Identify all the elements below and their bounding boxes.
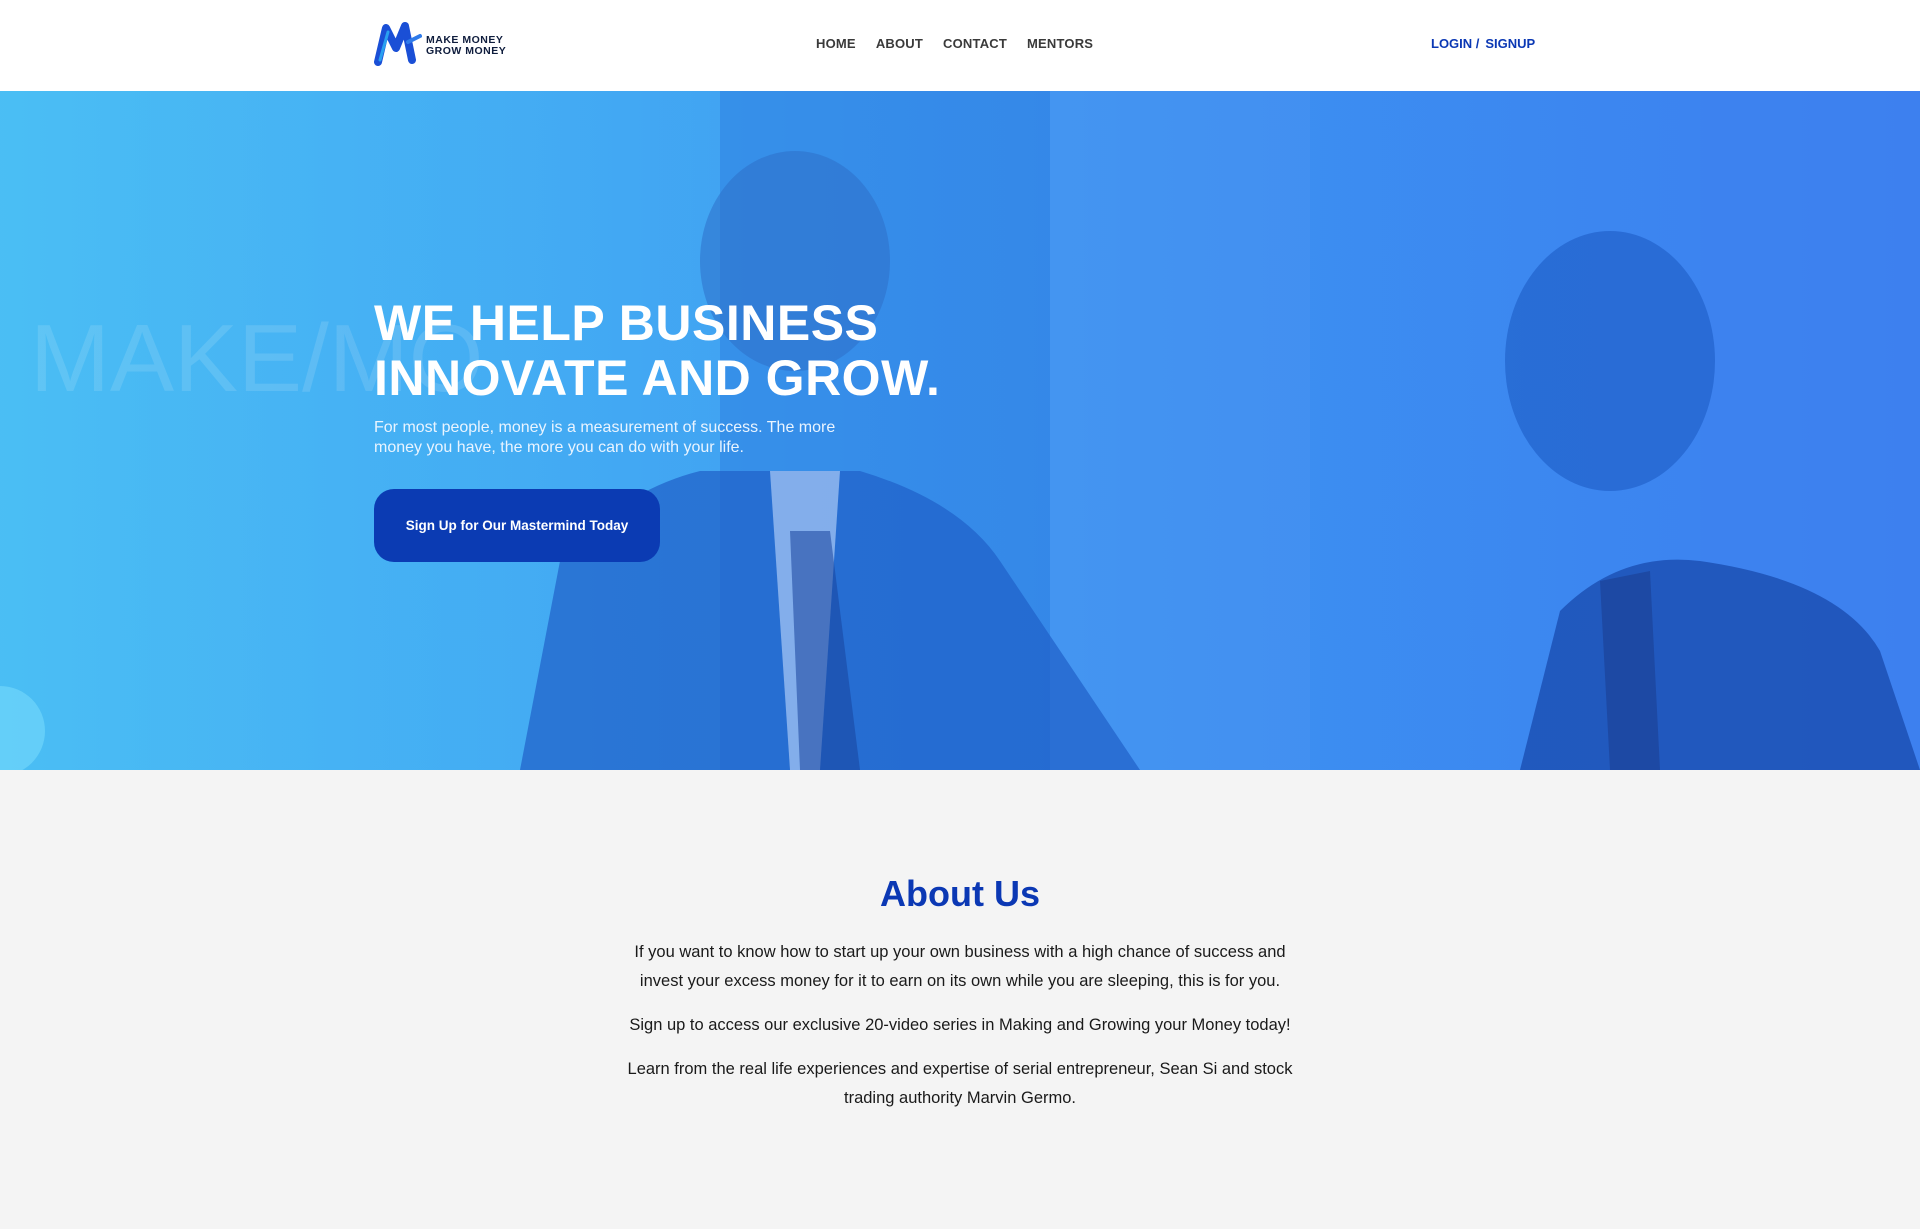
nav-home[interactable]: HOME (816, 36, 856, 51)
nav-contact[interactable]: CONTACT (943, 36, 1007, 51)
signup-link[interactable]: SIGNUP (1485, 36, 1535, 51)
about-title: About Us (880, 873, 1040, 914)
about-paragraph: Sign up to access our exclusive 20-video… (629, 1016, 1291, 1034)
about-paragraph: If you want to know how to start up your… (634, 943, 1286, 990)
about-body: If you want to know how to start up your… (615, 938, 1305, 1128)
about-paragraph: Learn from the real life experiences and… (627, 1060, 1293, 1107)
login-link[interactable]: LOGIN / (1431, 36, 1479, 51)
hero-title-line-1: WE HELP BUSINESS (374, 295, 879, 351)
site-header: MAKE MONEY GROW MONEY HOME ABOUT CONTACT… (0, 0, 1920, 91)
hero-section: MAKE/MO WE HELP BUSINESS INNOVATE AND GR… (0, 91, 1920, 770)
brand-logo[interactable]: MAKE MONEY GROW MONEY (374, 22, 506, 68)
hero-background-photo: MAKE/MO (0, 91, 1920, 770)
hero-subtitle: For most people, money is a measurement … (374, 419, 836, 456)
hero-title-line-2: INNOVATE AND GROW. (374, 350, 941, 406)
logo-m-icon (374, 22, 422, 66)
nav-mentors[interactable]: MENTORS (1027, 36, 1093, 51)
about-section: About Us If you want to know how to star… (0, 770, 1920, 1229)
logo-wordmark: MAKE MONEY GROW MONEY (426, 35, 506, 57)
auth-links: LOGIN / SIGNUP (1431, 36, 1535, 51)
hero-title: WE HELP BUSINESS INNOVATE AND GROW. (374, 296, 940, 406)
logo-line-2: GROW MONEY (426, 45, 507, 57)
main-nav: HOME ABOUT CONTACT MENTORS (816, 36, 1093, 51)
mastermind-signup-button[interactable]: Sign Up for Our Mastermind Today (374, 489, 660, 562)
nav-about[interactable]: ABOUT (876, 36, 923, 51)
